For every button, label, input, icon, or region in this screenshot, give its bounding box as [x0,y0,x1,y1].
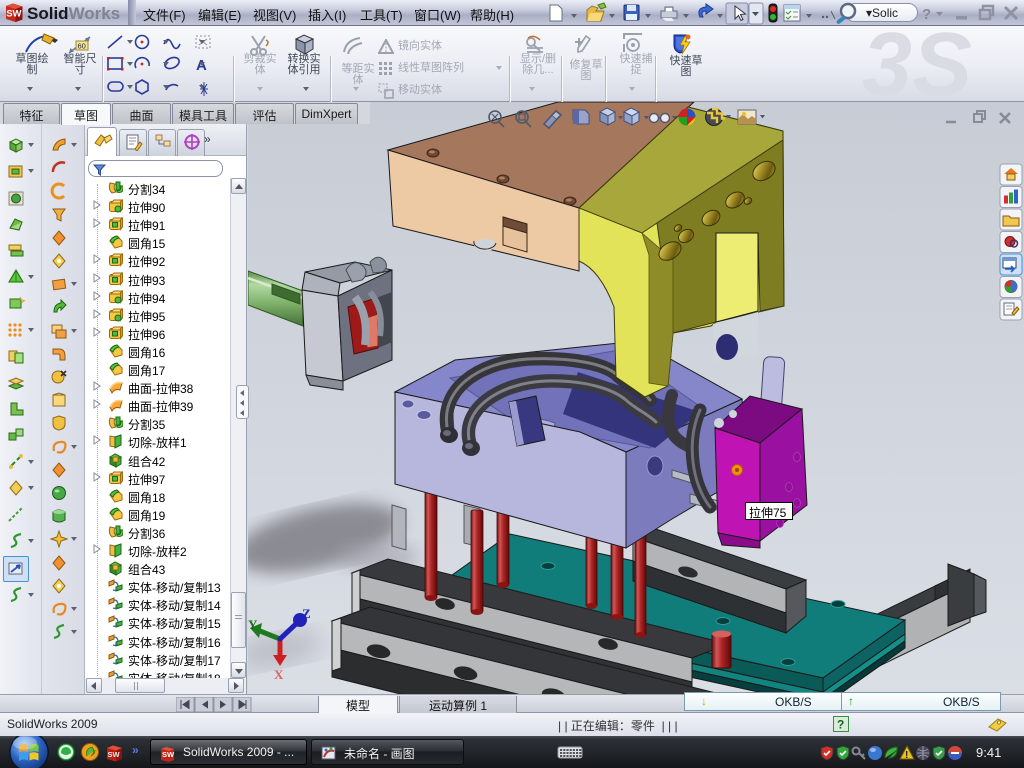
svg-text:Z: Z [302,606,311,621]
svg-text:Y: Y [248,617,258,632]
svg-text:!: ! [905,750,908,761]
svg-text:SolidWorks: SolidWorks [27,4,120,23]
svg-text:SW: SW [108,750,121,759]
svg-text:X: X [274,667,284,682]
svg-text:SW: SW [162,750,175,759]
svg-text:SW: SW [6,9,21,20]
svg-text:?: ? [837,718,844,732]
svg-text:60: 60 [78,42,86,51]
svg-text:»: » [132,743,139,757]
